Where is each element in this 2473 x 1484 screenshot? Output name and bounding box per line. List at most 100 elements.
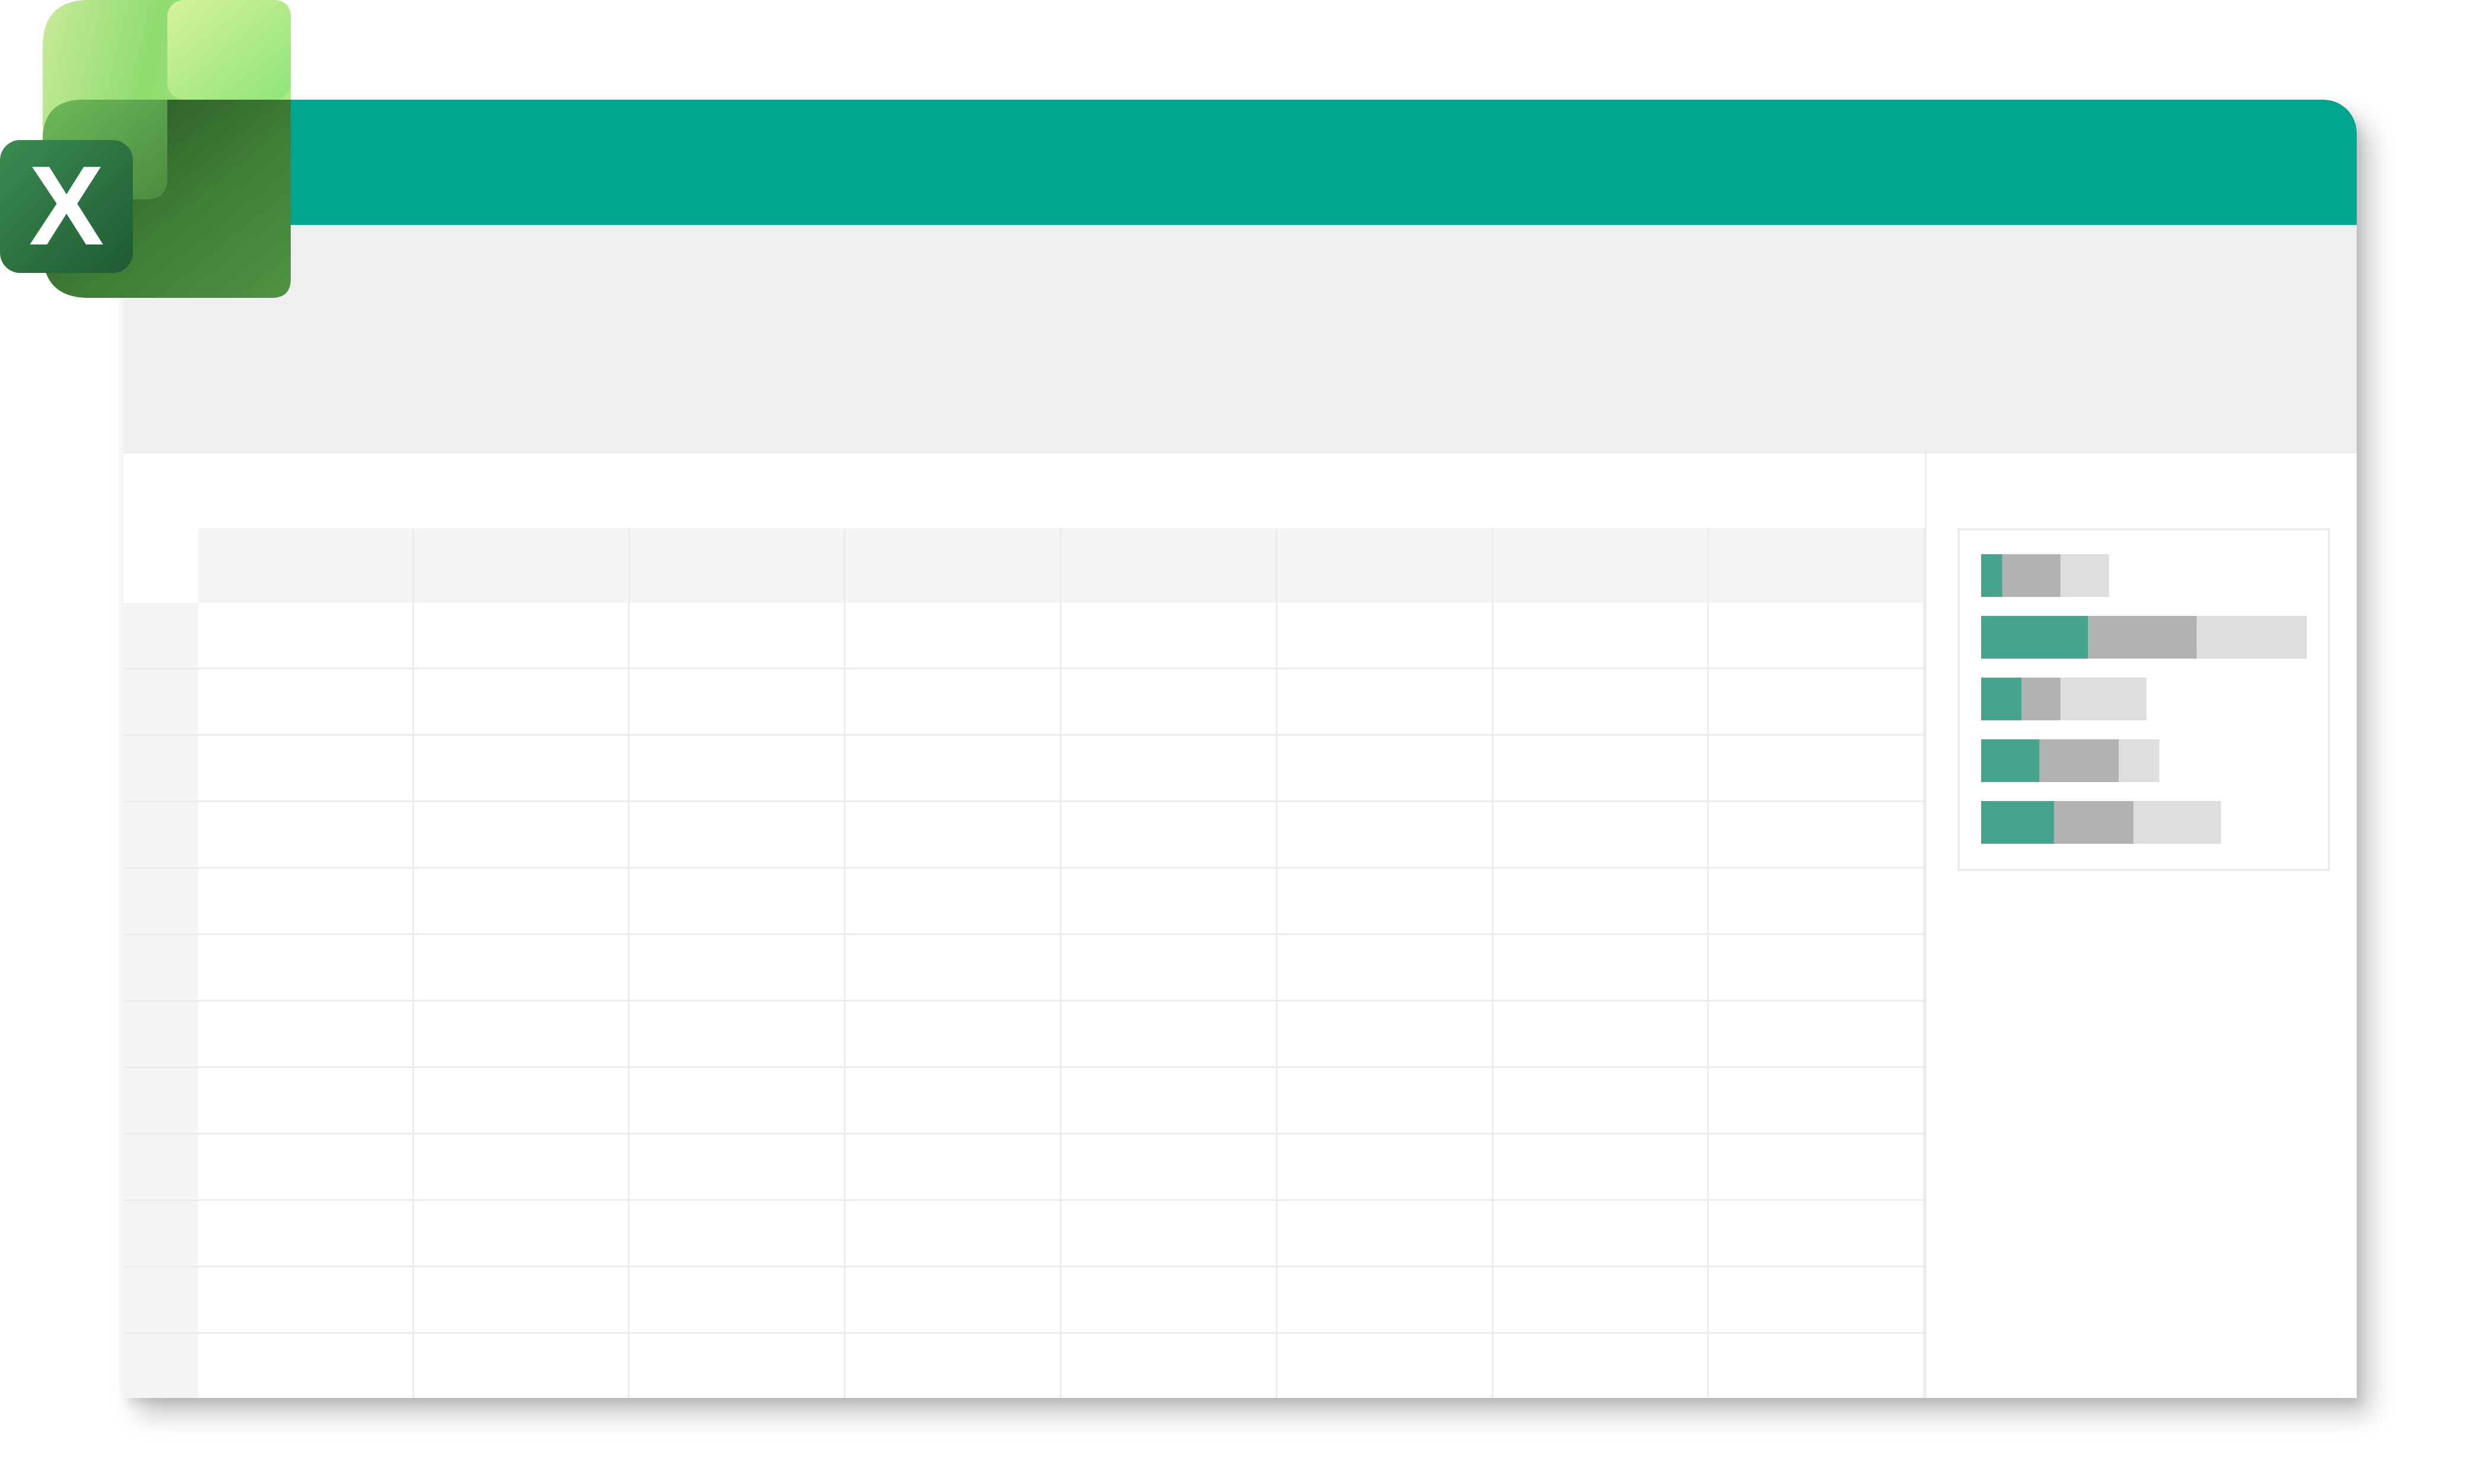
cell[interactable] [198, 669, 414, 734]
cell[interactable] [1061, 736, 1277, 800]
row-header[interactable] [123, 1267, 198, 1332]
column-header[interactable] [1277, 528, 1493, 603]
cell[interactable] [198, 1267, 414, 1332]
cell[interactable] [414, 1002, 630, 1066]
cell-grid[interactable] [123, 528, 1925, 1398]
cell[interactable] [198, 1135, 414, 1199]
cell[interactable] [845, 1267, 1061, 1332]
cell[interactable] [1493, 603, 1709, 668]
cell[interactable] [198, 935, 414, 1000]
cell[interactable] [1709, 1201, 1925, 1266]
cell[interactable] [1493, 935, 1709, 1000]
cell[interactable] [1277, 802, 1493, 867]
cell[interactable] [1277, 869, 1493, 933]
cell[interactable] [198, 1334, 414, 1398]
cell[interactable] [1493, 736, 1709, 800]
row-header[interactable] [123, 1135, 198, 1199]
cell[interactable] [1493, 869, 1709, 933]
cell[interactable] [630, 603, 846, 668]
cell[interactable] [630, 1002, 846, 1066]
row-header[interactable] [123, 869, 198, 933]
cell[interactable] [630, 1068, 846, 1133]
cell[interactable] [1277, 1135, 1493, 1199]
cell[interactable] [845, 1334, 1061, 1398]
cell[interactable] [414, 603, 630, 668]
row-header[interactable] [123, 669, 198, 734]
cell[interactable] [414, 802, 630, 867]
cell[interactable] [1277, 736, 1493, 800]
cell[interactable] [630, 669, 846, 734]
cell[interactable] [630, 869, 846, 933]
cell[interactable] [1709, 1334, 1925, 1398]
cell[interactable] [1493, 669, 1709, 734]
cell[interactable] [630, 1201, 846, 1266]
cell[interactable] [198, 603, 414, 668]
cell[interactable] [845, 669, 1061, 734]
cell[interactable] [1277, 1068, 1493, 1133]
cell[interactable] [1277, 603, 1493, 668]
cell[interactable] [198, 736, 414, 800]
cell[interactable] [198, 1201, 414, 1266]
cell[interactable] [1493, 802, 1709, 867]
cell[interactable] [845, 1002, 1061, 1066]
row-header[interactable] [123, 603, 198, 668]
cell[interactable] [1709, 1267, 1925, 1332]
cell[interactable] [1061, 1135, 1277, 1199]
cell[interactable] [1277, 1267, 1493, 1332]
cell[interactable] [1061, 935, 1277, 1000]
cell[interactable] [845, 935, 1061, 1000]
cell[interactable] [1709, 802, 1925, 867]
cell[interactable] [630, 802, 846, 867]
cell[interactable] [845, 1068, 1061, 1133]
column-header[interactable] [1709, 528, 1925, 603]
row-header[interactable] [123, 1201, 198, 1266]
chart-card[interactable] [1957, 528, 2330, 871]
cell[interactable] [198, 1068, 414, 1133]
column-header[interactable] [1493, 528, 1709, 603]
select-all-corner[interactable] [123, 528, 198, 603]
cell[interactable] [1061, 1334, 1277, 1398]
column-header[interactable] [198, 528, 414, 603]
cell[interactable] [1061, 1201, 1277, 1266]
cell[interactable] [414, 869, 630, 933]
cell[interactable] [630, 935, 846, 1000]
cell[interactable] [845, 1135, 1061, 1199]
cell[interactable] [1493, 1002, 1709, 1066]
worksheet[interactable] [123, 453, 1925, 1398]
cell[interactable] [845, 869, 1061, 933]
cell[interactable] [198, 802, 414, 867]
cell[interactable] [845, 603, 1061, 668]
cell[interactable] [1493, 1267, 1709, 1332]
cell[interactable] [1493, 1334, 1709, 1398]
cell[interactable] [845, 1201, 1061, 1266]
cell[interactable] [1709, 935, 1925, 1000]
cell[interactable] [414, 935, 630, 1000]
cell[interactable] [845, 802, 1061, 867]
cell[interactable] [1061, 1068, 1277, 1133]
column-header[interactable] [1061, 528, 1277, 603]
cell[interactable] [414, 1201, 630, 1266]
cell[interactable] [414, 736, 630, 800]
cell[interactable] [1277, 935, 1493, 1000]
cell[interactable] [630, 1135, 846, 1199]
cell[interactable] [1061, 1002, 1277, 1066]
cell[interactable] [845, 736, 1061, 800]
cell[interactable] [1493, 1135, 1709, 1199]
cell[interactable] [1709, 1002, 1925, 1066]
cell[interactable] [1493, 1068, 1709, 1133]
cell[interactable] [1709, 1135, 1925, 1199]
cell[interactable] [1061, 869, 1277, 933]
cell[interactable] [1277, 1002, 1493, 1066]
cell[interactable] [1709, 736, 1925, 800]
cell[interactable] [414, 669, 630, 734]
cell[interactable] [198, 1002, 414, 1066]
cell[interactable] [414, 1068, 630, 1133]
cell[interactable] [414, 1334, 630, 1398]
cell[interactable] [1061, 802, 1277, 867]
row-header[interactable] [123, 1334, 198, 1398]
cell[interactable] [1277, 1201, 1493, 1266]
column-header[interactable] [845, 528, 1061, 603]
cell[interactable] [1061, 1267, 1277, 1332]
row-header[interactable] [123, 1002, 198, 1066]
cell[interactable] [414, 1135, 630, 1199]
